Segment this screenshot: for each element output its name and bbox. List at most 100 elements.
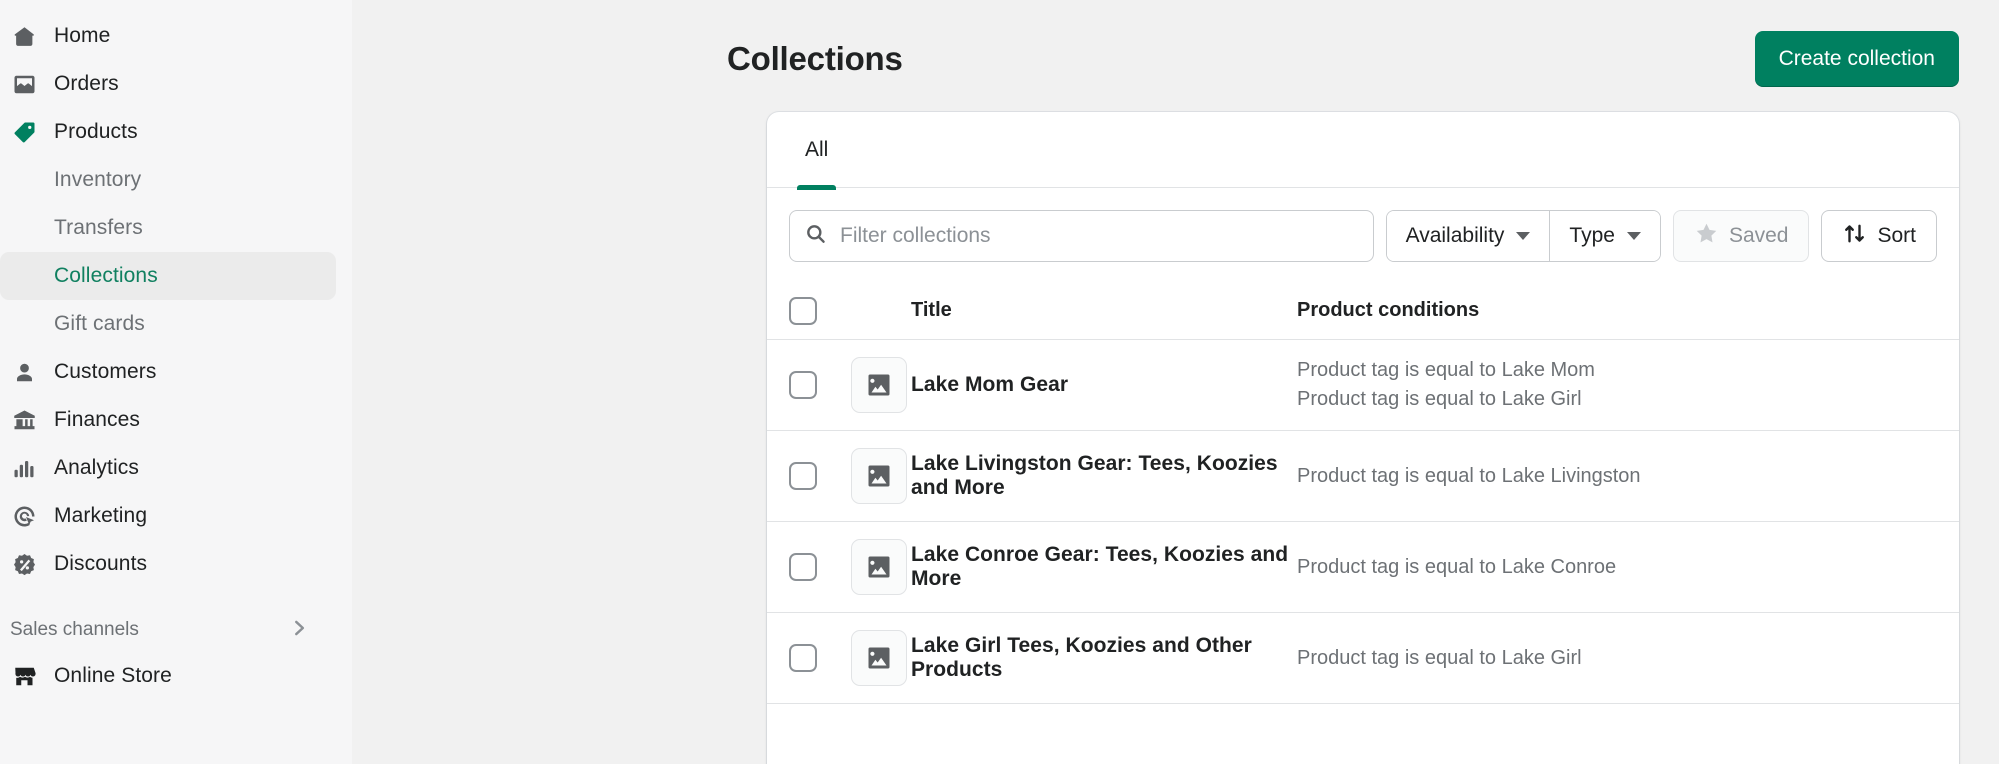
sidebar-item-collections[interactable]: Collections <box>0 252 336 300</box>
collection-title: Lake Girl Tees, Koozies and Other Produc… <box>911 634 1252 681</box>
table-row[interactable]: Lake Mom Gear Product tag is equal to La… <box>767 340 1959 431</box>
sidebar-item-products[interactable]: Products <box>0 108 336 156</box>
row-checkbox[interactable] <box>789 553 817 581</box>
table-row[interactable]: Lake Livingston Gear: Tees, Koozies and … <box>767 431 1959 522</box>
table-row[interactable]: Lake Conroe Gear: Tees, Koozies and More… <box>767 522 1959 613</box>
sidebar-item-analytics[interactable]: Analytics <box>0 444 336 492</box>
filter-bar: Availability Type Saved <box>767 188 1959 282</box>
collection-title: Lake Livingston Gear: Tees, Koozies and … <box>911 452 1278 499</box>
table-header-row: Title Product conditions <box>767 282 1959 340</box>
row-conditions-cell: Product tag is equal to Lake Mom Product… <box>1297 356 1937 414</box>
product-condition: Product tag is equal to Lake Mom <box>1297 359 1595 381</box>
sidebar-item-gift-cards[interactable]: Gift cards <box>0 300 336 348</box>
product-conditions-column-header: Product conditions <box>1297 299 1480 321</box>
home-icon <box>10 22 38 50</box>
page-header: Collections Create collection <box>352 0 1999 96</box>
orders-inbox-icon <box>10 70 38 98</box>
star-icon <box>1694 221 1719 252</box>
shopify-admin-window: Home Orders Products Inventory Transfers… <box>0 0 1999 764</box>
sidebar-item-label: Finances <box>54 408 141 431</box>
chevron-down-icon <box>1516 232 1531 240</box>
sidebar-item-home[interactable]: Home <box>0 12 336 60</box>
type-filter-label: Type <box>1569 224 1615 247</box>
marketing-target-cursor-icon <box>10 502 38 530</box>
search-icon <box>804 222 828 251</box>
sidebar-item-transfers[interactable]: Transfers <box>0 204 336 252</box>
row-checkbox[interactable] <box>789 462 817 490</box>
search-field-wrapper[interactable] <box>789 210 1374 262</box>
select-all-checkbox[interactable] <box>789 296 817 325</box>
image-placeholder-icon <box>851 539 907 595</box>
image-placeholder-icon <box>851 630 907 686</box>
product-condition: Product tag is equal to Lake Girl <box>1297 646 1582 669</box>
sidebar-item-label: Discounts <box>54 552 148 575</box>
sidebar-item-label: Transfers <box>54 216 143 239</box>
row-conditions-cell: Product tag is equal to Lake Livingston <box>1297 462 1937 491</box>
row-thumbnail-cell <box>851 448 911 504</box>
saved-searches-label: Saved <box>1728 224 1789 247</box>
select-all-cell <box>789 296 851 325</box>
page-title: Collections <box>727 40 903 77</box>
search-input[interactable] <box>840 224 1359 248</box>
create-collection-button[interactable]: Create collection <box>1754 31 1959 87</box>
type-filter-button[interactable]: Type <box>1550 211 1660 261</box>
collection-title: Lake Mom Gear <box>911 373 1069 396</box>
sidebar-item-label: Orders <box>54 72 119 95</box>
sidebar-item-label: Inventory <box>54 168 142 191</box>
tab-all[interactable]: All <box>787 112 846 190</box>
customer-person-icon <box>10 358 38 386</box>
sidebar-item-label: Gift cards <box>54 312 145 335</box>
sidebar-section-sales-channels[interactable]: Sales channels <box>0 608 336 652</box>
sidebar-item-label: Customers <box>54 360 157 383</box>
sort-arrows-icon <box>1842 221 1867 252</box>
sidebar-item-label: Home <box>54 24 111 47</box>
availability-filter-button[interactable]: Availability <box>1386 211 1551 261</box>
conditions-header-cell: Product conditions <box>1297 299 1937 322</box>
row-checkbox[interactable] <box>789 644 817 672</box>
product-condition: Product tag is equal to Lake Livingston <box>1297 464 1641 487</box>
sidebar-item-label: Analytics <box>54 456 139 479</box>
sidebar-item-customers[interactable]: Customers <box>0 348 336 396</box>
product-condition: Product tag is equal to Lake Girl <box>1297 388 1582 410</box>
sidebar-item-discounts[interactable]: Discounts <box>0 540 336 588</box>
title-header-cell: Title <box>911 299 1297 322</box>
tab-label: All <box>805 138 829 161</box>
row-thumbnail-cell <box>851 630 911 686</box>
sidebar-item-inventory[interactable]: Inventory <box>0 156 336 204</box>
bar-chart-icon <box>10 454 38 482</box>
table-row[interactable]: Lake Girl Tees, Koozies and Other Produc… <box>767 613 1959 704</box>
tab-active-indicator <box>797 185 837 190</box>
sort-button[interactable]: Sort <box>1821 210 1937 262</box>
row-title-cell: Lake Mom Gear <box>911 373 1297 397</box>
sort-button-label: Sort <box>1877 224 1916 247</box>
storefront-icon <box>10 662 38 690</box>
image-placeholder-icon <box>851 357 907 413</box>
sidebar-nav: Home Orders Products Inventory Transfers… <box>0 0 352 764</box>
sidebar-item-label: Online Store <box>54 664 172 687</box>
image-placeholder-icon <box>851 448 907 504</box>
sidebar-item-label: Products <box>54 120 138 143</box>
collections-card: All Availability Type <box>767 112 1959 764</box>
row-title-cell: Lake Conroe Gear: Tees, Koozies and More <box>911 543 1297 591</box>
discount-percent-icon <box>10 550 38 578</box>
sidebar-item-label: Collections <box>54 264 158 287</box>
sidebar-item-finances[interactable]: Finances <box>0 396 336 444</box>
title-column-header: Title <box>911 299 952 321</box>
product-condition: Product tag is equal to Lake Conroe <box>1297 555 1617 578</box>
main-content: Collections Create collection All Filter… <box>352 0 1999 764</box>
row-thumbnail-cell <box>851 539 911 595</box>
bank-icon <box>10 406 38 434</box>
row-title-cell: Lake Girl Tees, Koozies and Other Produc… <box>911 634 1297 682</box>
row-select-cell <box>789 553 851 581</box>
row-checkbox[interactable] <box>789 371 817 399</box>
tab-bar: All <box>767 112 1959 190</box>
sidebar-item-online-store[interactable]: Online Store <box>0 652 336 700</box>
saved-searches-button[interactable]: Saved <box>1672 210 1810 262</box>
sidebar-item-orders[interactable]: Orders <box>0 60 336 108</box>
row-select-cell <box>789 462 851 490</box>
chevron-right-icon[interactable] <box>288 617 310 644</box>
sidebar-section-label: Sales channels <box>10 619 139 640</box>
row-conditions-cell: Product tag is equal to Lake Conroe <box>1297 553 1937 582</box>
sidebar-item-marketing[interactable]: Marketing <box>0 492 336 540</box>
